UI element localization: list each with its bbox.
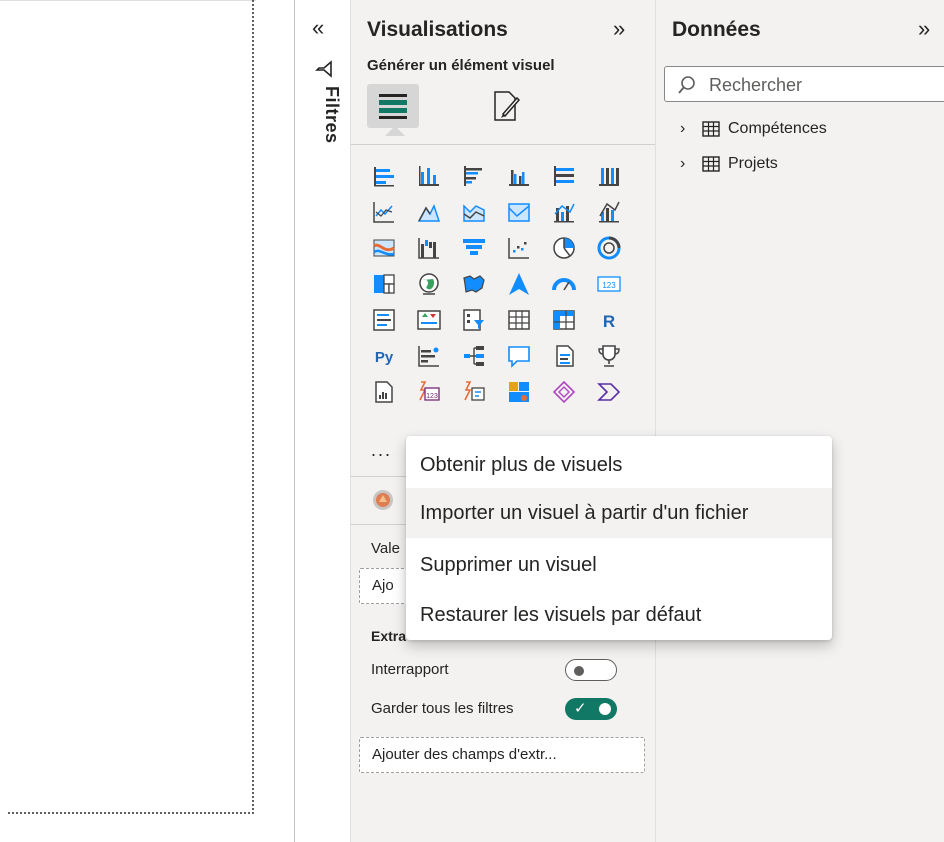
drillthrough-section-label: Extra <box>371 628 407 644</box>
r-script-visual-icon[interactable]: R <box>588 302 630 338</box>
page-boundary-vertical <box>252 0 254 814</box>
values-field-label: Vale <box>371 540 400 557</box>
decomposition-tree-icon[interactable] <box>453 338 495 374</box>
line-chart-icon[interactable] <box>363 194 405 230</box>
azure-map-icon[interactable] <box>498 266 540 302</box>
double-chevron-right-icon[interactable]: » <box>918 16 930 42</box>
build-visual-button[interactable] <box>367 84 419 128</box>
slicer-icon[interactable] <box>453 302 495 338</box>
cross-report-toggle[interactable] <box>565 659 617 681</box>
table-icon <box>702 156 720 172</box>
search-input[interactable] <box>709 73 939 97</box>
kpi-icon[interactable] <box>408 302 450 338</box>
waterfall-chart-icon[interactable] <box>408 230 450 266</box>
format-paintbrush-icon <box>494 91 521 121</box>
data-pane-title: Données <box>672 18 761 41</box>
drillthrough-field-well[interactable]: Ajouter des champs d'extr... <box>359 737 645 773</box>
menu-item-remove-visual[interactable]: Supprimer un visuel <box>406 540 832 590</box>
power-apps-icon[interactable]: 123 <box>408 374 450 410</box>
funnel-icon <box>315 60 332 78</box>
double-chevron-left-icon[interactable]: « <box>312 16 336 40</box>
svg-text:Py: Py <box>375 349 394 366</box>
100-stacked-column-chart-icon[interactable] <box>588 158 630 194</box>
selected-tab-caret <box>385 126 405 136</box>
keep-all-filters-toggle[interactable]: ✓ <box>565 698 617 720</box>
imported-visual-icon[interactable] <box>371 488 395 512</box>
scatter-chart-icon[interactable] <box>498 230 540 266</box>
report-canvas[interactable] <box>0 0 256 842</box>
build-visual-icon <box>379 94 407 119</box>
format-visual-button[interactable] <box>481 84 529 128</box>
canvas-top-edge <box>0 0 256 8</box>
keep-all-filters-label: Garder tous les filtres <box>371 700 514 717</box>
check-icon: ✓ <box>574 700 587 717</box>
smart-narrative-icon[interactable] <box>543 338 585 374</box>
stacked-area-chart-icon[interactable] <box>453 194 495 230</box>
clustered-bar-chart-icon[interactable] <box>453 158 495 194</box>
pie-chart-icon[interactable] <box>543 230 585 266</box>
visualisations-title: Visualisations <box>367 18 508 41</box>
svg-text:123: 123 <box>426 393 438 400</box>
page-boundary-horizontal <box>8 812 254 814</box>
funnel-chart-icon[interactable] <box>453 230 495 266</box>
table-icon <box>702 121 720 137</box>
card-icon[interactable]: 123 <box>588 266 630 302</box>
svg-text:123: 123 <box>602 281 616 290</box>
line-and-stacked-column-chart-icon[interactable] <box>543 194 585 230</box>
double-chevron-right-icon[interactable]: » <box>613 16 625 42</box>
build-visual-label: Générer un élément visuel <box>367 57 555 74</box>
multi-row-card-icon[interactable] <box>363 302 405 338</box>
menu-item-import-visual-from-file[interactable]: Importer un visuel à partir d'un fichier <box>406 488 832 538</box>
table-node-competences[interactable]: › Compétences <box>680 120 827 138</box>
visualisations-pane: Visualisations » Générer un élément visu… <box>351 0 655 842</box>
data-pane: Données » › Compétences › Projets <box>656 0 944 842</box>
chevron-right-icon[interactable]: › <box>680 120 696 138</box>
search-icon <box>678 76 695 94</box>
toggle-knob <box>599 703 611 715</box>
line-and-clustered-column-chart-icon[interactable] <box>588 194 630 230</box>
table-name: Projets <box>728 155 778 172</box>
data-search-box[interactable] <box>664 66 944 102</box>
chevron-right-icon[interactable]: › <box>680 155 696 173</box>
visual-gallery: 123 R Py 123 <box>363 158 645 410</box>
divider <box>351 144 655 145</box>
custom-visual-diamond-icon[interactable] <box>543 374 585 410</box>
filled-map-icon[interactable] <box>453 266 495 302</box>
cross-report-label: Interrapport <box>371 661 449 678</box>
filters-pane-label[interactable]: Filtres <box>312 86 342 144</box>
treemap-icon[interactable] <box>363 266 405 302</box>
canvas-pane-divider <box>294 0 295 842</box>
metrics-icon[interactable] <box>588 338 630 374</box>
svg-text:R: R <box>603 312 615 331</box>
area-chart-icon[interactable] <box>408 194 450 230</box>
table-icon[interactable] <box>498 302 540 338</box>
filters-pane-collapsed[interactable]: « Filtres <box>296 0 348 842</box>
stacked-column-chart-icon[interactable] <box>408 158 450 194</box>
python-visual-icon[interactable]: Py <box>363 338 405 374</box>
100-stacked-area-chart-icon[interactable] <box>498 194 540 230</box>
menu-item-get-more-visuals[interactable]: Obtenir plus de visuels <box>406 440 832 490</box>
menu-item-restore-default-visuals[interactable]: Restaurer les visuels par défaut <box>406 590 832 640</box>
more-visuals-button[interactable]: ... <box>371 440 392 461</box>
custom-visual-chevron-icon[interactable] <box>588 374 630 410</box>
key-influencers-icon[interactable] <box>408 338 450 374</box>
arcgis-map-icon[interactable] <box>498 374 540 410</box>
map-icon[interactable] <box>408 266 450 302</box>
100-stacked-bar-chart-icon[interactable] <box>543 158 585 194</box>
gauge-icon[interactable] <box>543 266 585 302</box>
power-automate-icon[interactable] <box>453 374 495 410</box>
clustered-column-chart-icon[interactable] <box>498 158 540 194</box>
toggle-knob <box>574 666 584 676</box>
paginated-report-icon[interactable] <box>363 374 405 410</box>
more-visuals-context-menu: Obtenir plus de visuels Importer un visu… <box>406 436 832 640</box>
table-node-projets[interactable]: › Projets <box>680 155 778 173</box>
ribbon-chart-icon[interactable] <box>363 230 405 266</box>
table-name: Compétences <box>728 120 827 137</box>
stacked-bar-chart-icon[interactable] <box>363 158 405 194</box>
matrix-icon[interactable] <box>543 302 585 338</box>
donut-chart-icon[interactable] <box>588 230 630 266</box>
qa-icon[interactable] <box>498 338 540 374</box>
